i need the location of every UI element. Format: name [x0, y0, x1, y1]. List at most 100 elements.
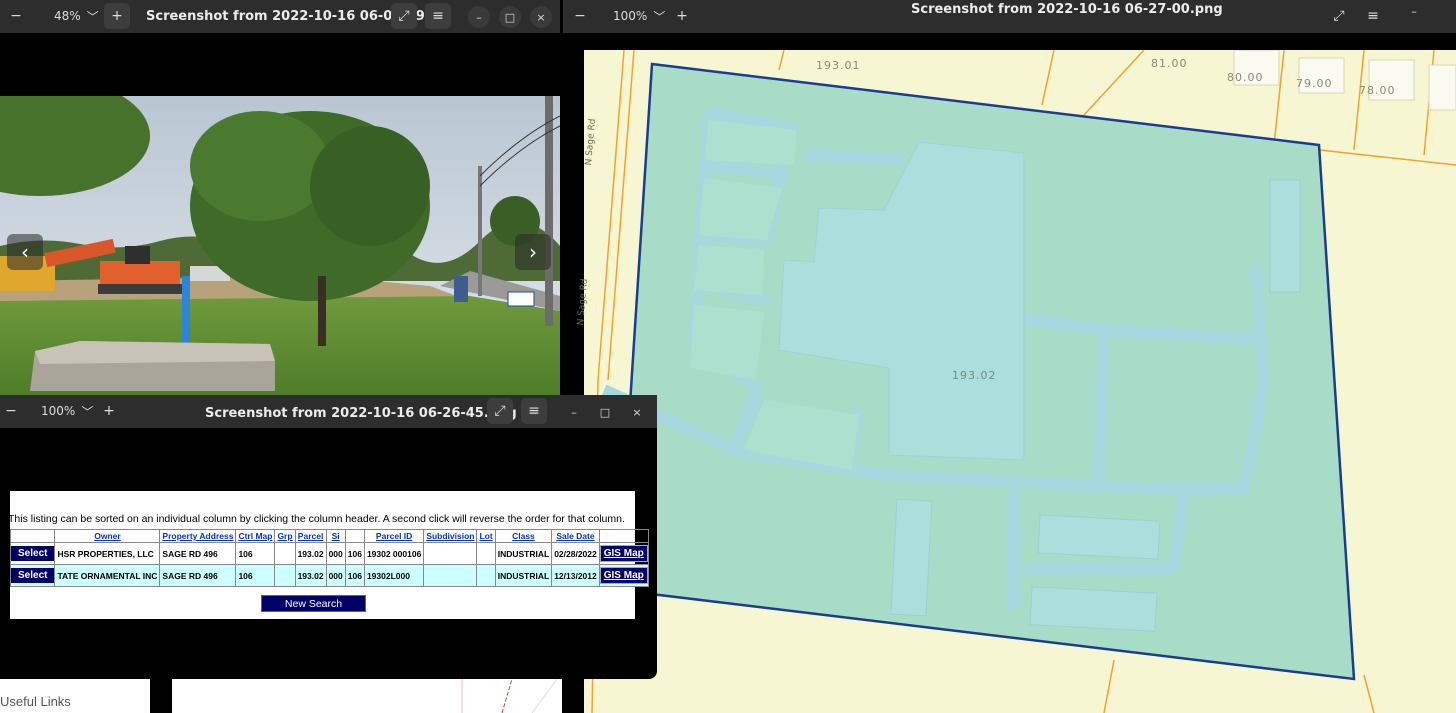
new-search-button[interactable]: New Search: [261, 595, 366, 612]
col-header-sale-date[interactable]: Sale Date: [551, 529, 600, 543]
close-button[interactable]: ×: [626, 401, 648, 423]
parcel-map: 193.01 81.00 80.00 79.00 78.00 193.02 N …: [576, 49, 1456, 713]
menu-button[interactable]: ≡: [1360, 3, 1386, 29]
parcel-label-79: 79.00: [1296, 77, 1333, 90]
map-viewer-window: − 100% ﹀ + Screenshot from 2022-10-16 06…: [563, 0, 1456, 713]
table-header-row: Owner Property Address Ctrl Map Grp Parc…: [9, 529, 649, 543]
col-header-ctrl-map[interactable]: Ctrl Map: [235, 529, 276, 543]
address-cell: SAGE RD 496: [159, 564, 237, 587]
owner-cell: HSR PROPERTIES, LLC: [54, 542, 161, 565]
parcel-map-canvas: [584, 49, 1456, 713]
chevron-left-icon: ‹: [21, 240, 29, 264]
select-button[interactable]: Select: [11, 546, 55, 561]
chevron-down-icon: ﹀: [653, 9, 666, 24]
parcel-label-193-02: 193.02: [952, 369, 997, 382]
zoom-level: 100%: [613, 9, 648, 23]
menu-icon: ≡: [528, 403, 540, 419]
fullscreen-button[interactable]: ⤢: [391, 3, 417, 29]
col-header-class[interactable]: Class: [494, 529, 553, 543]
parcel-id-cell: 19302L000: [363, 564, 425, 587]
col-header-property-address[interactable]: Property Address: [159, 529, 237, 543]
fullscreen-button[interactable]: ⤢: [1326, 3, 1352, 29]
minimize-button[interactable]: –: [1403, 0, 1425, 22]
menu-button[interactable]: ≡: [425, 3, 451, 29]
zoom-out-button[interactable]: −: [0, 398, 24, 424]
zoom-level-dropdown[interactable]: 48% ﹀: [54, 3, 99, 29]
site-photo-image: [0, 96, 560, 395]
close-button[interactable]: ×: [530, 6, 552, 28]
gis-map-button[interactable]: GIS Map: [599, 567, 648, 584]
close-icon: ×: [536, 10, 546, 24]
zoom-in-button[interactable]: +: [104, 3, 130, 29]
zoom-out-button[interactable]: −: [567, 3, 593, 29]
ctrl-map-cell: 106: [235, 542, 276, 565]
select-button[interactable]: Select: [11, 568, 55, 583]
lot-cell: [476, 542, 496, 565]
si-cell: 000: [325, 564, 346, 587]
zoom-level: 48%: [54, 9, 81, 23]
grp-cell: [274, 564, 296, 587]
maximize-icon: □: [599, 405, 611, 419]
chevron-right-icon: ›: [529, 240, 537, 264]
parcel-label-78: 78.00: [1359, 84, 1396, 97]
maximize-button[interactable]: □: [594, 401, 616, 423]
minimize-button[interactable]: –: [563, 401, 585, 423]
zoom-in-button[interactable]: +: [669, 3, 695, 29]
window-title: Screenshot from 2022-10-16 06-27-00.png: [911, 2, 1223, 17]
owner-cell: TATE ORNAMENTAL INC: [54, 564, 161, 587]
parcel-listing-window: − 100% ﹀ + Screenshot from 2022-10-16 06…: [0, 395, 657, 679]
window-title: Screenshot from 2022-10-16 06-26-45.png: [205, 406, 517, 421]
maximize-button[interactable]: □: [499, 6, 521, 28]
content-panel: [172, 678, 562, 713]
menu-icon: ≡: [432, 8, 444, 24]
col-header-subdivision[interactable]: Subdivision: [423, 529, 478, 543]
close-icon: ×: [632, 405, 642, 419]
col-header-owner[interactable]: Owner: [54, 529, 161, 543]
fullscreen-button[interactable]: ⤢: [487, 398, 513, 424]
zoom-in-button[interactable]: +: [96, 398, 122, 424]
col-header-grp[interactable]: Grp: [274, 529, 296, 543]
photo-viewer-window: − 48% ﹀ + Screenshot from 2022-10-16 06-…: [0, 0, 560, 395]
useful-links-heading[interactable]: Useful Links: [0, 694, 71, 709]
menu-icon: ≡: [1367, 8, 1379, 24]
fullscreen-icon: ⤢: [398, 8, 410, 24]
map-fragment: [461, 678, 558, 713]
chevron-down-icon: ﹀: [81, 404, 94, 419]
lot-cell: [476, 564, 496, 587]
map-top-margin: [563, 33, 1456, 50]
menu-button[interactable]: ≡: [521, 398, 547, 424]
col-header-lot[interactable]: Lot: [476, 529, 496, 543]
parcel-label-80: 80.00: [1227, 71, 1264, 84]
zoom-in-icon: +: [676, 8, 688, 24]
listing-header: − 100% ﹀ + Screenshot from 2022-10-16 06…: [0, 395, 657, 428]
col-header-parcel[interactable]: Parcel: [294, 529, 327, 543]
grp-cell: [274, 542, 296, 565]
col-header-gis: [598, 529, 649, 543]
fullscreen-icon: ⤢: [1333, 8, 1345, 24]
col-header-parcel-id[interactable]: Parcel ID: [363, 529, 425, 543]
parcel-id-cell: 19302 000106: [363, 542, 425, 565]
fullscreen-icon: ⤢: [494, 403, 506, 419]
minimize-icon: –: [476, 10, 482, 24]
zoom-out-button[interactable]: −: [3, 3, 29, 29]
subdivision-cell: [423, 564, 478, 587]
col-header-si[interactable]: Si: [325, 529, 346, 543]
sale-date-cell: 02/28/2022: [551, 542, 600, 565]
zoom-out-icon: −: [574, 8, 586, 24]
address-cell: SAGE RD 496: [159, 542, 237, 565]
gis-map-button[interactable]: GIS Map: [599, 545, 648, 562]
zoom-level-dropdown[interactable]: 100% ﹀: [613, 3, 665, 29]
zoom-level-dropdown[interactable]: 100% ﹀: [41, 398, 93, 424]
parcel-label-81: 81.00: [1151, 57, 1188, 70]
table-row: Select TATE ORNAMENTAL INC SAGE RD 496 1…: [9, 564, 649, 587]
minimize-icon: –: [571, 405, 577, 419]
ctrl-map-cell: 106: [235, 564, 276, 587]
zoom-level: 100%: [41, 404, 76, 418]
minimize-button[interactable]: –: [468, 6, 490, 28]
parcel-label-193-01: 193.01: [816, 59, 861, 72]
si-cell: 000: [325, 542, 346, 565]
next-image-button[interactable]: ›: [515, 234, 551, 270]
previous-image-button[interactable]: ‹: [7, 234, 43, 270]
chevron-down-icon: ﹀: [86, 9, 99, 24]
subdivision-cell: [423, 542, 478, 565]
